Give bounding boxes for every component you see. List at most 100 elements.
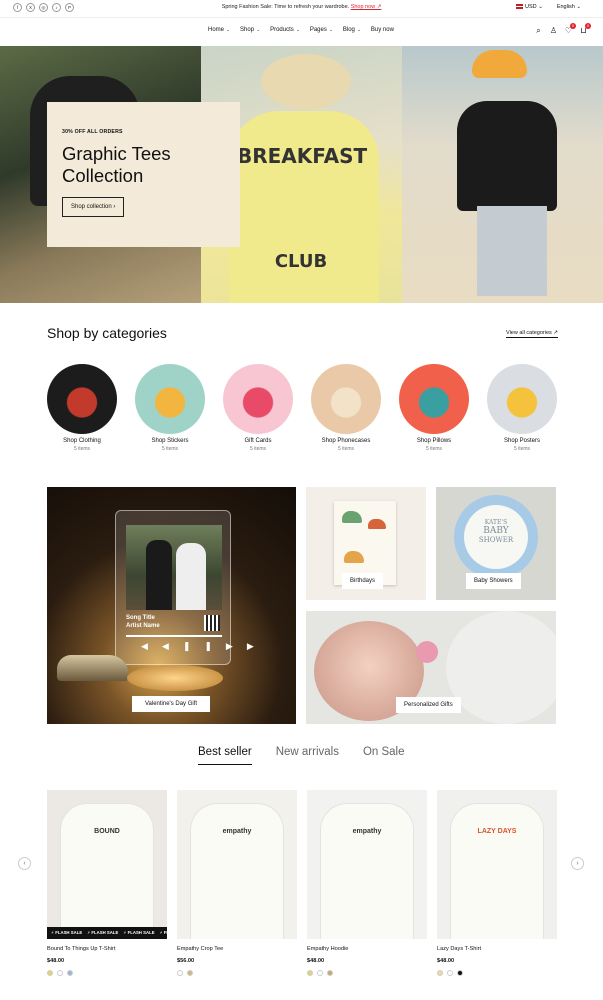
cart-icon[interactable]: ⊔ 0 bbox=[579, 23, 591, 35]
currency-select[interactable]: USD ⌄ bbox=[516, 4, 543, 10]
category-item[interactable]: Shop Phonecases 5 items bbox=[311, 364, 381, 452]
color-swatch[interactable] bbox=[57, 970, 63, 976]
nav-item-label: Pages bbox=[309, 27, 327, 33]
nav-item-label: Home bbox=[208, 27, 225, 33]
color-swatch[interactable] bbox=[317, 970, 323, 976]
promo-valentines[interactable]: Song Title Artist Name ◀◀❚❚▶▶ Valentine'… bbox=[47, 487, 296, 724]
tshirt-print-text: BREAKFAST bbox=[237, 144, 368, 168]
category-item[interactable]: Shop Posters 5 items bbox=[487, 364, 557, 452]
color-swatches bbox=[47, 970, 167, 976]
dinosaur-icon bbox=[368, 519, 386, 529]
product-name[interactable]: Bound To Things Up T-Shirt bbox=[47, 946, 167, 952]
view-all-categories-link[interactable]: View all categories ↗ bbox=[506, 330, 558, 338]
category-name: Shop Pillows bbox=[416, 438, 452, 444]
color-swatch[interactable] bbox=[187, 970, 193, 976]
carousel-prev-button[interactable]: ‹ bbox=[18, 857, 31, 870]
category-list: Shop Clothing 5 items Shop Stickers 5 items… bbox=[47, 364, 557, 452]
announcement-shop-link[interactable]: Shop now ↗ bbox=[351, 4, 382, 10]
color-swatch[interactable] bbox=[437, 970, 443, 976]
category-image[interactable] bbox=[487, 364, 557, 434]
tshirt-print-text: LAZY DAYS bbox=[477, 828, 517, 835]
search-icon[interactable]: ⌕ bbox=[534, 26, 543, 35]
shop-collection-button[interactable]: Shop collection › bbox=[62, 197, 125, 217]
category-name: Shop Posters bbox=[503, 438, 541, 444]
currency-value: USD bbox=[525, 4, 537, 10]
groom-figure bbox=[146, 540, 172, 610]
category-item[interactable]: Gift Cards 5 items bbox=[223, 364, 293, 452]
category-item[interactable]: Shop Stickers 5 items bbox=[135, 364, 205, 452]
tab-new-arrivals[interactable]: New arrivals bbox=[276, 746, 339, 765]
nav-item-buy-now[interactable]: Buy now bbox=[371, 27, 394, 33]
promo-label: Birthdays bbox=[342, 573, 384, 589]
nav-item-products[interactable]: Products ⌄ bbox=[270, 27, 300, 33]
promo-label: Baby Showers bbox=[466, 573, 521, 589]
product-image[interactable]: empathy bbox=[177, 790, 297, 939]
category-image[interactable] bbox=[47, 364, 117, 434]
product-card[interactable]: empathy Empathy Crop Tee $56.00 bbox=[177, 790, 297, 976]
model-tshirt bbox=[229, 111, 379, 303]
promo-birthdays[interactable]: Birthdays bbox=[306, 487, 426, 600]
color-swatch[interactable] bbox=[457, 970, 463, 976]
product-carousel: BOUND ⚡ FLASH SALE ⚡ FLASH SALE ⚡ FLASH SAL… bbox=[47, 790, 557, 976]
tshirt-print-text: empathy bbox=[352, 828, 382, 835]
promo-baby-showers[interactable]: KATE'S BABY SHOWER Baby Showers bbox=[436, 487, 556, 600]
hero-card: 30% OFF ALL ORDERS Graphic Tees Collecti… bbox=[47, 102, 240, 247]
product-image[interactable]: BOUND ⚡ FLASH SALE ⚡ FLASH SALE ⚡ FLASH SAL… bbox=[47, 790, 167, 939]
chevron-down-icon: ⌄ bbox=[355, 27, 361, 32]
product-card[interactable]: empathy Empathy Hoodie $48.00 bbox=[307, 790, 427, 976]
category-name: Gift Cards bbox=[244, 438, 272, 444]
promo-label: Personalized Gifts bbox=[396, 697, 461, 713]
chevron-down-icon: ⌄ bbox=[327, 27, 333, 32]
lamp-base bbox=[127, 665, 223, 691]
flash-sale-label: ⚡ FLASH SALE bbox=[87, 930, 119, 935]
chevron-down-icon: ⌄ bbox=[538, 4, 543, 10]
tab-on-sale[interactable]: On Sale bbox=[363, 746, 405, 765]
account-icon[interactable]: ♙ bbox=[549, 26, 558, 35]
product-card[interactable]: BOUND ⚡ FLASH SALE ⚡ FLASH SALE ⚡ FLASH SAL… bbox=[47, 790, 167, 976]
main-nav: Home ⌄ Shop ⌄ Products ⌄ Pages ⌄ Blog ⌄ Buy n… bbox=[0, 17, 603, 45]
product-image[interactable]: LAZY DAYS bbox=[437, 790, 557, 939]
product-image[interactable]: empathy bbox=[307, 790, 427, 939]
promo-personalized[interactable]: Personalized Gifts bbox=[306, 611, 556, 724]
wishlist-icon[interactable]: ♡ 0 bbox=[564, 23, 576, 35]
color-swatch[interactable] bbox=[307, 970, 313, 976]
product-card[interactable]: LAZY DAYS Lazy Days T-Shirt $48.00 bbox=[437, 790, 557, 976]
tshirt-print-text: empathy bbox=[222, 828, 252, 835]
carousel-next-button[interactable]: › bbox=[571, 857, 584, 870]
category-item[interactable]: Shop Pillows 5 items bbox=[399, 364, 469, 452]
tab-best-seller[interactable]: Best seller bbox=[198, 746, 252, 765]
category-image[interactable] bbox=[399, 364, 469, 434]
color-swatch[interactable] bbox=[177, 970, 183, 976]
product-name[interactable]: Empathy Crop Tee bbox=[177, 946, 297, 952]
color-swatch[interactable] bbox=[447, 970, 453, 976]
hero-title-line: Graphic Tees bbox=[62, 143, 171, 164]
plate: KATE'S BABY SHOWER bbox=[454, 495, 538, 579]
category-item[interactable]: Shop Clothing 5 items bbox=[47, 364, 117, 452]
product-name[interactable]: Empathy Hoodie bbox=[307, 946, 427, 952]
category-image[interactable] bbox=[135, 364, 205, 434]
us-flag-icon bbox=[516, 4, 524, 10]
language-select[interactable]: English ⌄ bbox=[557, 4, 581, 10]
nav-item-shop[interactable]: Shop ⌄ bbox=[240, 27, 260, 33]
product-price: $56.00 bbox=[177, 958, 195, 964]
product-price: $48.00 bbox=[307, 958, 325, 964]
color-swatch[interactable] bbox=[67, 970, 73, 976]
categories-heading: Shop by categories bbox=[47, 325, 167, 341]
category-image[interactable] bbox=[223, 364, 293, 434]
color-swatch[interactable] bbox=[47, 970, 53, 976]
nav-item-pages[interactable]: Pages ⌄ bbox=[310, 27, 333, 33]
nav-icons: ⌕ ♙ ♡ 0 ⊔ 0 bbox=[534, 23, 591, 35]
color-swatches bbox=[307, 970, 427, 976]
nav-item-blog[interactable]: Blog ⌄ bbox=[343, 27, 361, 33]
product-name[interactable]: Lazy Days T-Shirt bbox=[437, 946, 557, 952]
bandana bbox=[472, 50, 527, 78]
nav-item-label: Blog bbox=[342, 27, 355, 33]
hero-title-line: Collection bbox=[62, 165, 144, 186]
flash-sale-label: ⚡ FLASH SALE bbox=[123, 930, 155, 935]
flash-sale-label: ⚡ FLASH SALE bbox=[51, 930, 83, 935]
category-image[interactable] bbox=[311, 364, 381, 434]
category-count: 5 items bbox=[513, 446, 531, 452]
nav-item-home[interactable]: Home ⌄ bbox=[208, 27, 230, 33]
color-swatch[interactable] bbox=[327, 970, 333, 976]
category-count: 5 items bbox=[425, 446, 443, 452]
